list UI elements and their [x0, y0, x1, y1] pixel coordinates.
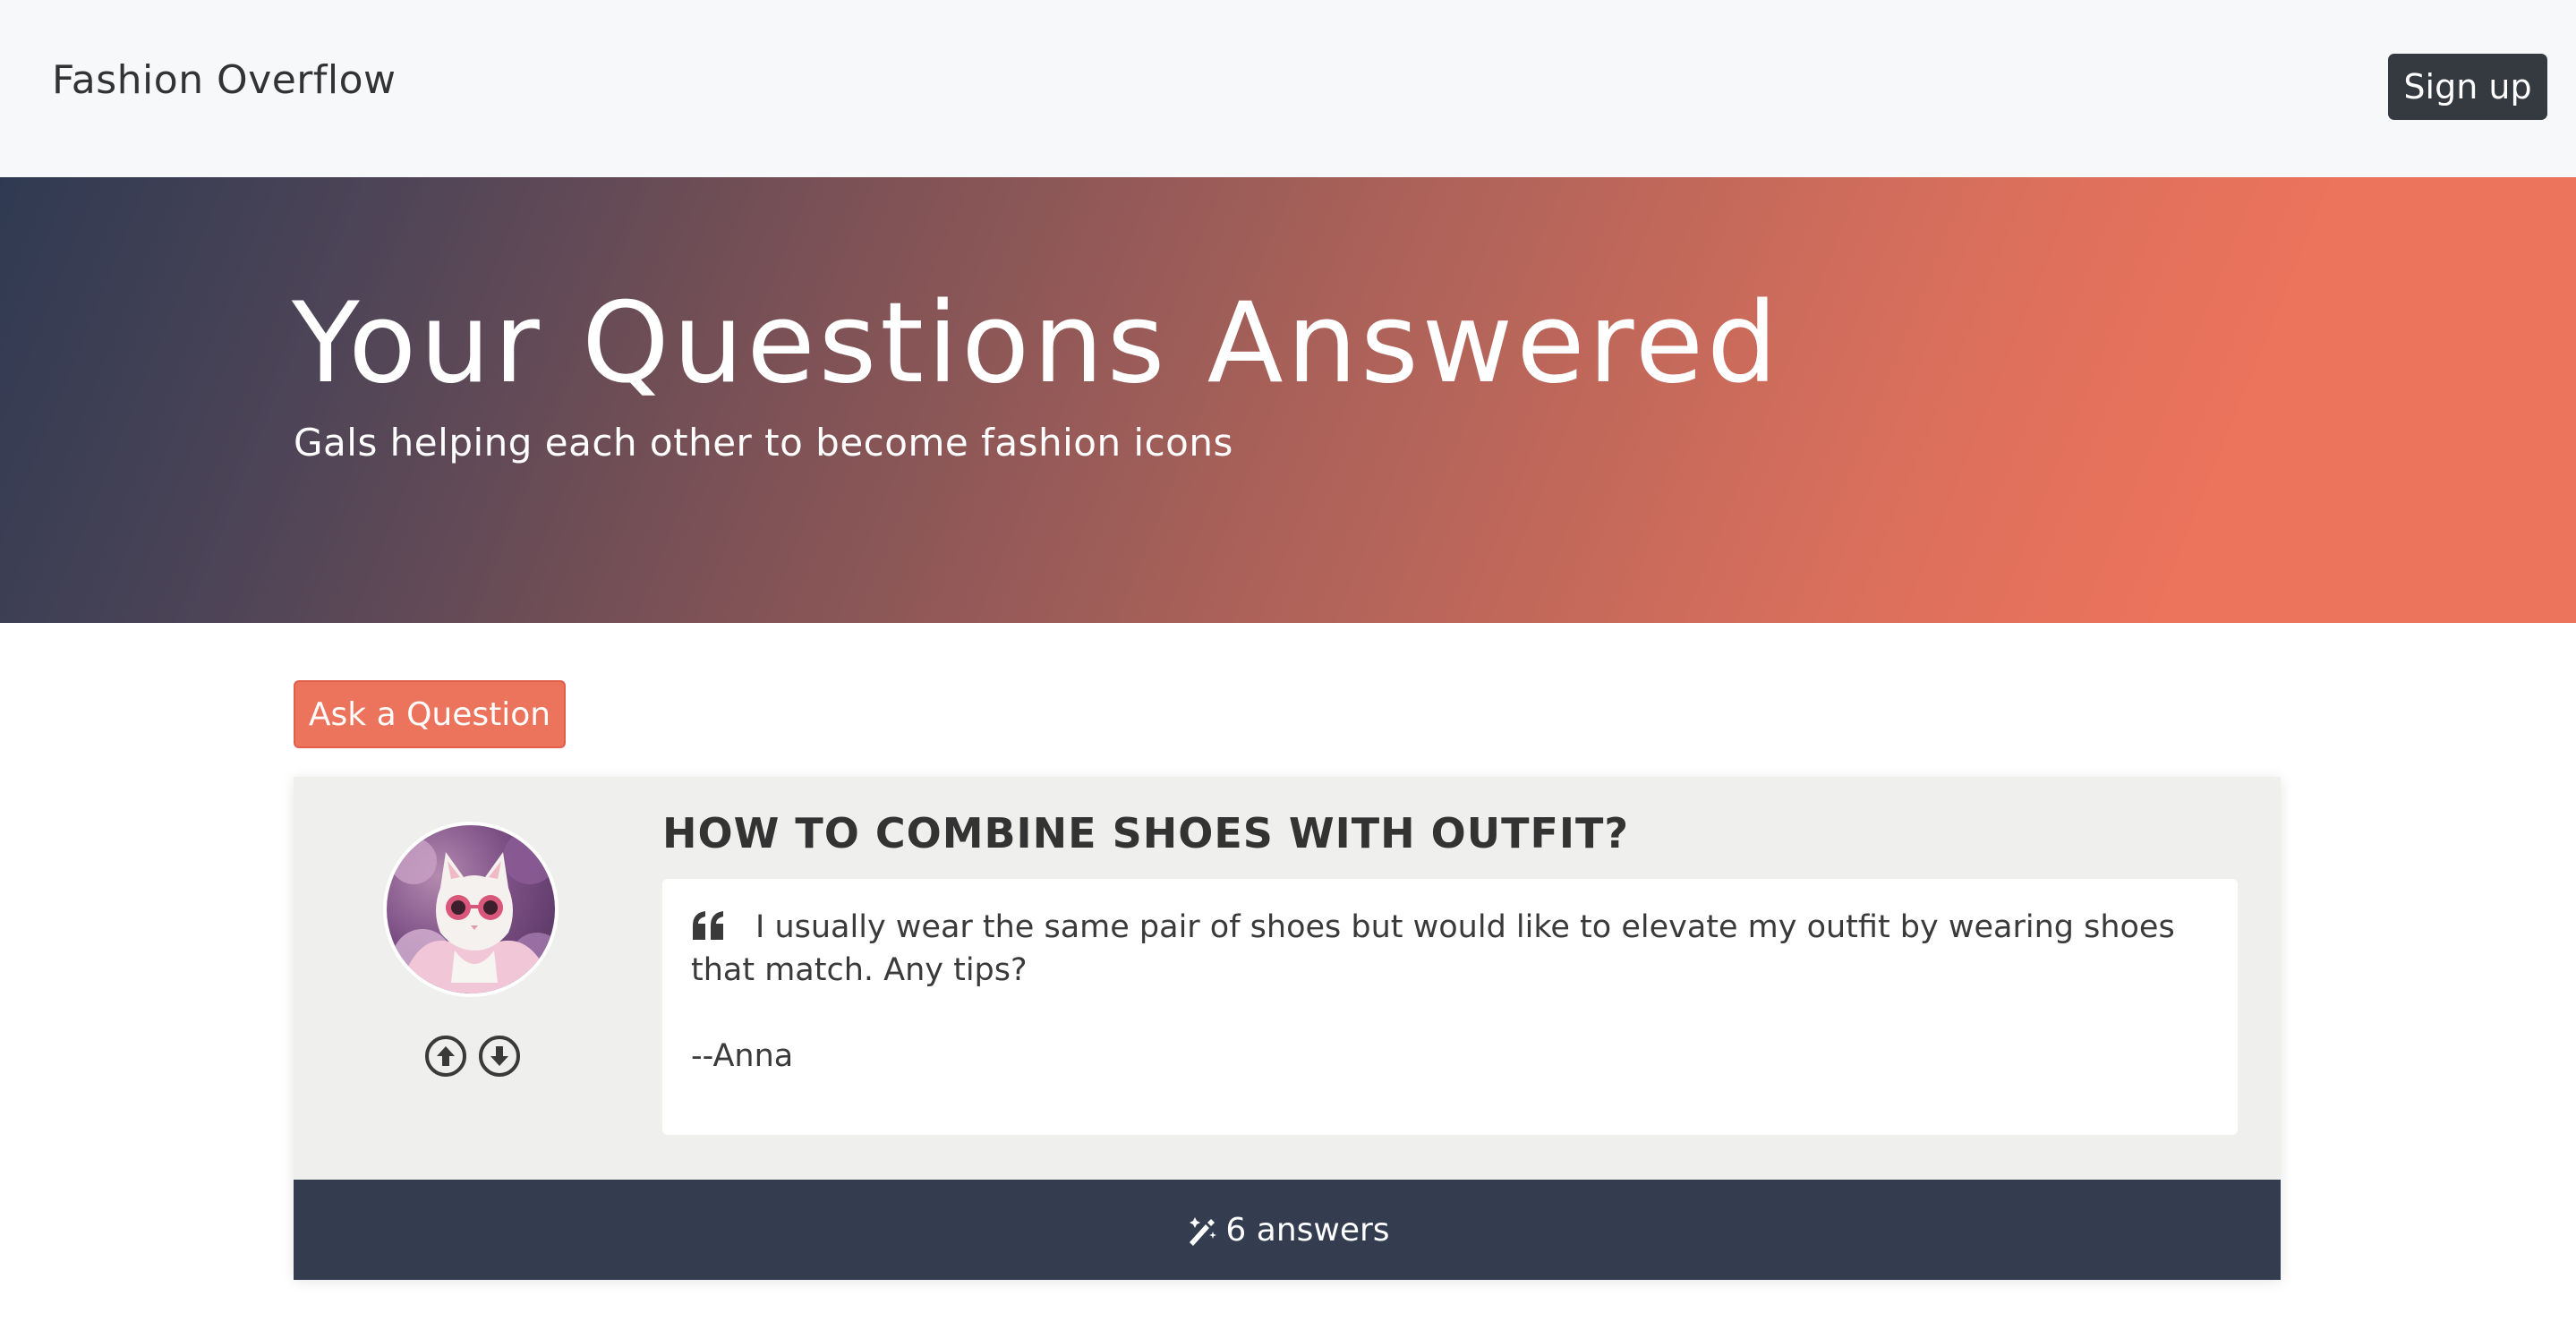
avatar — [383, 822, 559, 997]
answers-button[interactable]: 6 answers — [294, 1180, 2281, 1280]
answers-count: 6 answers — [1225, 1211, 1390, 1249]
question-text: I usually wear the same pair of shoes bu… — [691, 909, 2175, 988]
question-author: --Anna — [691, 1038, 794, 1074]
brand-logo[interactable]: Fashion Overflow — [52, 57, 397, 103]
ask-question-button[interactable]: Ask a Question — [294, 680, 566, 748]
question-body: I usually wear the same pair of shoes bu… — [662, 879, 2238, 1135]
arrow-up-circle-icon[interactable] — [424, 1035, 467, 1078]
quote-left-icon — [693, 911, 723, 940]
arrow-down-circle-icon[interactable] — [478, 1035, 521, 1078]
navbar: Fashion Overflow Sign up — [0, 0, 2576, 177]
question-title[interactable]: HOW TO COMBINE SHOES WITH OUTFIT? — [662, 809, 1629, 857]
magic-wand-icon — [1190, 1217, 1217, 1246]
hero-subtitle: Gals helping each other to become fashio… — [294, 421, 1233, 465]
signup-button[interactable]: Sign up — [2388, 54, 2547, 120]
hero-banner: Your Questions Answered Gals helping eac… — [0, 177, 2576, 623]
question-card: HOW TO COMBINE SHOES WITH OUTFIT? I usua… — [294, 777, 2281, 1280]
hero-title: Your Questions Answered — [292, 279, 1781, 408]
cat-with-sunglasses-avatar-icon — [390, 831, 555, 993]
